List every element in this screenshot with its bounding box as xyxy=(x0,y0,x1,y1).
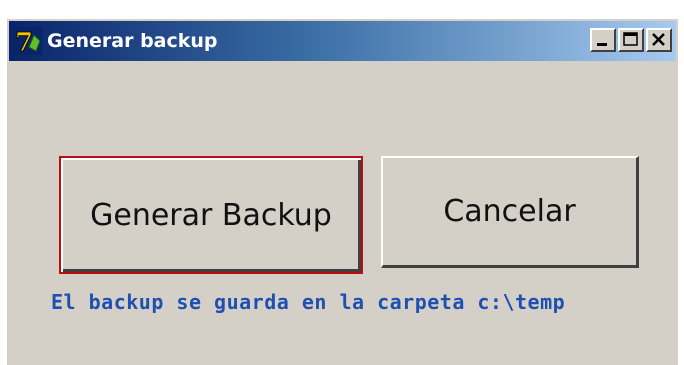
minimize-icon xyxy=(597,43,607,46)
generate-backup-button[interactable]: Generar Backup xyxy=(59,156,363,274)
title-bar[interactable]: 7 Generar backup xyxy=(9,21,676,61)
7zip-icon: 7 xyxy=(13,26,43,56)
close-icon xyxy=(652,33,665,46)
cancel-button[interactable]: Cancelar xyxy=(381,156,639,268)
close-button[interactable] xyxy=(646,28,672,52)
window-controls xyxy=(590,28,672,52)
dialog-content: Generar Backup Cancelar El backup se gua… xyxy=(7,63,678,365)
cancel-label: Cancelar xyxy=(443,194,576,229)
maximize-button[interactable] xyxy=(618,28,644,52)
backup-location-text: El backup se guarda en la carpeta c:\tem… xyxy=(51,290,566,314)
window-title: Generar backup xyxy=(47,30,218,52)
generate-backup-label: Generar Backup xyxy=(90,197,332,233)
dialog-window: 7 Generar backup Generar Backup Cancelar… xyxy=(6,18,678,365)
maximize-icon xyxy=(623,32,638,46)
svg-text:7: 7 xyxy=(15,28,33,55)
minimize-button[interactable] xyxy=(590,28,616,52)
